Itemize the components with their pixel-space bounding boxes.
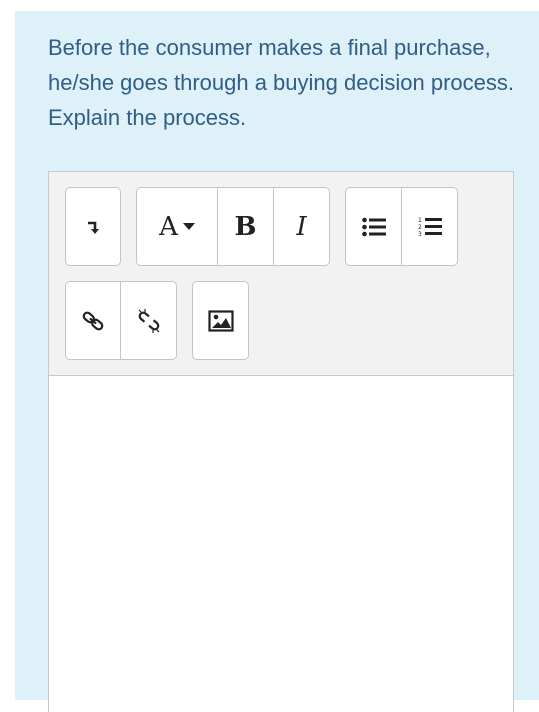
- unlink-button[interactable]: [121, 282, 176, 359]
- italic-button[interactable]: I: [274, 188, 329, 265]
- toolbar-group-format: A B I: [136, 187, 330, 266]
- image-icon: [207, 309, 234, 332]
- bullet-list-button[interactable]: [346, 188, 402, 265]
- collapse-toolbar-icon: [86, 219, 100, 235]
- bold-button[interactable]: B: [218, 188, 274, 265]
- question-card: Before the consumer makes a final purcha…: [15, 11, 539, 712]
- editor-content-area[interactable]: [49, 376, 513, 712]
- italic-icon: I: [296, 211, 307, 242]
- numbered-list-icon: 1 2 3: [418, 216, 442, 238]
- font-style-icon: A: [159, 211, 178, 242]
- chevron-down-icon: [182, 222, 195, 231]
- toolbar-group-media: [192, 281, 249, 360]
- numbered-list-button[interactable]: 1 2 3: [402, 188, 457, 265]
- svg-text:1: 1: [418, 217, 422, 224]
- question-text: Before the consumer makes a final purcha…: [48, 35, 514, 130]
- rich-text-editor: A B I 1 2 3: [48, 171, 514, 712]
- toolbar-group-collapse: [65, 187, 121, 266]
- bold-icon: B: [234, 211, 257, 242]
- link-icon: [81, 309, 105, 333]
- insert-image-button[interactable]: [193, 282, 248, 359]
- toolbar-group-links: [65, 281, 177, 360]
- bullet-list-icon: [361, 217, 386, 237]
- svg-text:3: 3: [418, 231, 422, 238]
- link-button[interactable]: [66, 282, 121, 359]
- editor-toolbar: A B I 1 2 3: [49, 172, 513, 376]
- font-style-button[interactable]: A: [137, 188, 218, 265]
- toolbar-group-lists: 1 2 3: [345, 187, 458, 266]
- svg-text:2: 2: [418, 224, 422, 231]
- unlink-icon: [136, 308, 162, 334]
- toolbar-collapse-button[interactable]: [66, 188, 120, 265]
